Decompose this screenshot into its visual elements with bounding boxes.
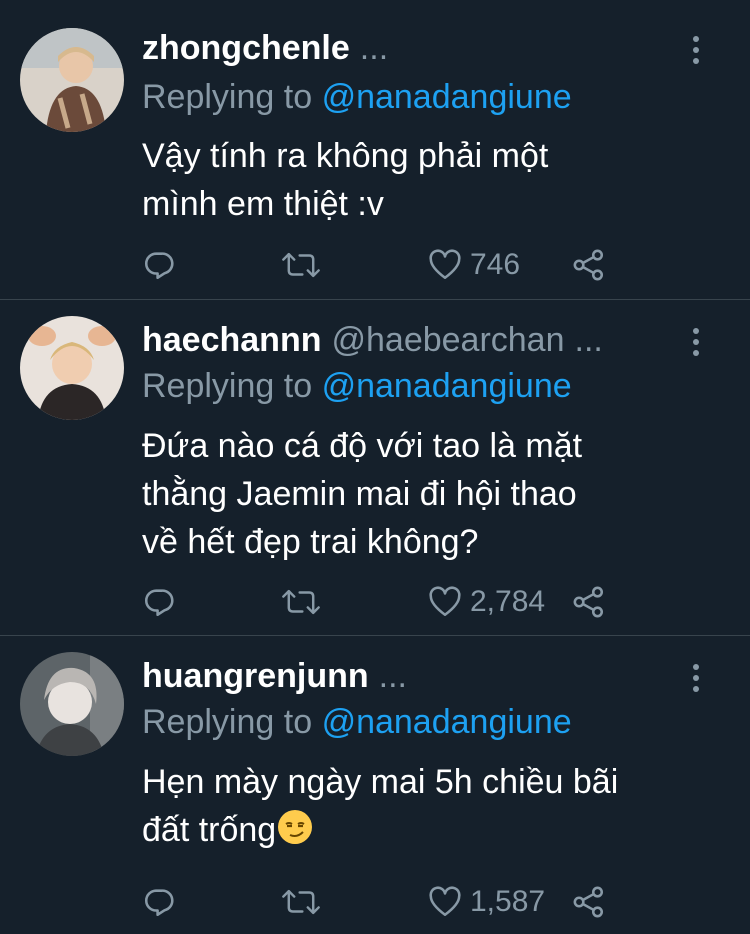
share-icon xyxy=(573,886,604,918)
display-name[interactable]: haechannn xyxy=(142,320,321,360)
share-icon xyxy=(573,249,604,281)
action-bar: 1,587 xyxy=(142,884,622,920)
reply-icon xyxy=(144,589,174,617)
tweet-text-line: thằng Jaemin mai đi hội thao xyxy=(142,475,577,513)
share-icon xyxy=(573,586,604,618)
reply-icon xyxy=(144,252,174,280)
like-icon xyxy=(429,249,461,280)
reply-tweet-1[interactable]: zhongchenle ... Replying to @nanadangiun… xyxy=(0,0,750,300)
replying-label: Replying to xyxy=(142,78,313,116)
avatar[interactable] xyxy=(20,316,124,420)
avatar[interactable] xyxy=(20,652,124,756)
replying-to: Replying to @nanadangiune xyxy=(142,366,572,406)
tweet-text-line-2: đất trống xyxy=(142,806,732,854)
like-button[interactable]: 2,784 xyxy=(428,584,545,620)
like-count: 1,587 xyxy=(470,885,546,918)
replying-label: Replying to xyxy=(142,367,313,405)
tweet-text-line: Hẹn mày ngày mai 5h chiều bãi xyxy=(142,763,619,801)
reply-tweet-2[interactable]: haechannn @haebearchan ... Replying to @… xyxy=(0,300,750,636)
mention-link[interactable]: @nanadangiune xyxy=(322,78,572,116)
tweet-header: huangrenjunn ... xyxy=(142,656,407,696)
more-icon[interactable] xyxy=(688,328,704,356)
truncation-ellipsis: ... xyxy=(574,321,603,359)
mention-link[interactable]: @nanadangiune xyxy=(322,367,572,405)
like-icon xyxy=(429,886,461,917)
truncation-ellipsis: ... xyxy=(359,29,389,67)
reply-icon xyxy=(144,889,174,917)
more-icon[interactable] xyxy=(688,664,704,692)
retweet-icon xyxy=(282,889,320,915)
like-button[interactable]: 746 xyxy=(428,247,520,283)
retweet-button[interactable] xyxy=(282,584,320,620)
display-name[interactable]: zhongchenle xyxy=(142,28,350,68)
tweet-header: haechannn @haebearchan ... xyxy=(142,320,603,360)
retweet-button[interactable] xyxy=(282,247,320,283)
retweet-icon xyxy=(282,252,320,278)
reply-button[interactable] xyxy=(142,584,176,620)
like-icon xyxy=(429,586,461,617)
tweet-text-line: Đứa nào cá độ với tao là mặt xyxy=(142,427,583,465)
share-button[interactable] xyxy=(572,884,606,920)
tweet-text: Đứa nào cá độ với tao là mặt thằng Jaemi… xyxy=(142,422,732,566)
replying-label: Replying to xyxy=(142,703,313,741)
retweet-button[interactable] xyxy=(282,884,320,920)
reply-button[interactable] xyxy=(142,884,176,920)
tweet-header: zhongchenle ... xyxy=(142,28,388,68)
more-icon[interactable] xyxy=(688,36,704,64)
share-button[interactable] xyxy=(572,247,606,283)
tweet-text-fragment: đất trống xyxy=(142,811,277,849)
display-name[interactable]: huangrenjunn xyxy=(142,656,369,696)
tweet-text-line: Vậy tính ra không phải một xyxy=(142,137,549,175)
mention-link[interactable]: @nanadangiune xyxy=(322,703,572,741)
smirking-face-icon xyxy=(278,810,313,844)
action-bar: 2,784 xyxy=(142,584,622,620)
avatar[interactable] xyxy=(20,28,124,132)
tweet-text-line: mình em thiệt :v xyxy=(142,185,384,223)
like-count: 746 xyxy=(470,248,521,281)
tweet-text-line: về hết đẹp trai không? xyxy=(142,523,479,561)
reply-tweet-3[interactable]: huangrenjunn ... Replying to @nanadangiu… xyxy=(0,636,750,934)
user-handle[interactable]: @haebearchan xyxy=(331,320,564,360)
share-button[interactable] xyxy=(572,584,606,620)
replying-to: Replying to @nanadangiune xyxy=(142,77,572,117)
truncation-ellipsis: ... xyxy=(378,657,407,695)
like-count: 2,784 xyxy=(470,585,546,618)
tweet-text: Vậy tính ra không phải một mình em thiệt… xyxy=(142,132,732,228)
replying-to: Replying to @nanadangiune xyxy=(142,702,572,742)
tweet-text: Hẹn mày ngày mai 5h chiều bãi đất trống xyxy=(142,758,732,854)
retweet-icon xyxy=(282,589,320,615)
action-bar: 746 xyxy=(142,247,622,283)
like-button[interactable]: 1,587 xyxy=(428,884,545,920)
reply-button[interactable] xyxy=(142,247,176,283)
